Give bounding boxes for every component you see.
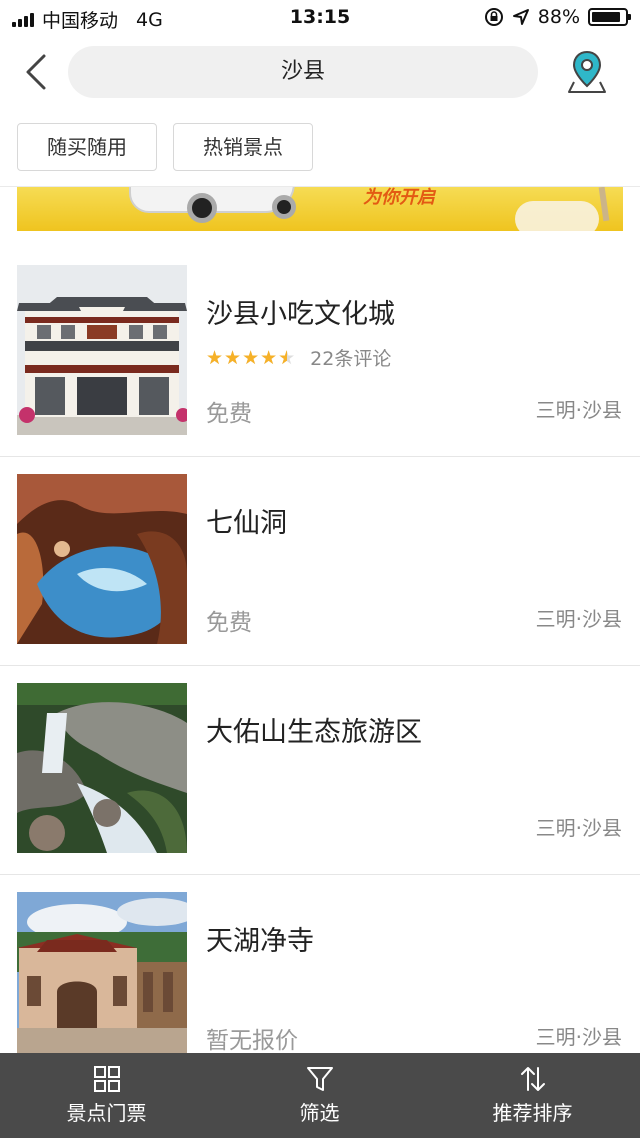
review-count: 22条评论 bbox=[310, 348, 392, 370]
sort-icon bbox=[520, 1067, 545, 1091]
list-item[interactable]: 大佑山生态旅游区 三明·沙县 bbox=[0, 666, 640, 875]
chevron-left-icon[interactable] bbox=[18, 50, 58, 94]
rating: ★★★★★★★★★★ 22条评论 bbox=[206, 344, 391, 371]
location-label: 三明·沙县 bbox=[535, 816, 622, 840]
attraction-name: 天湖净寺 bbox=[206, 926, 314, 957]
location-arrow-icon bbox=[512, 9, 529, 25]
header: 沙县 bbox=[0, 36, 640, 110]
tab-sort[interactable]: 推荐排序 bbox=[426, 1053, 639, 1138]
attraction-list: 沙县小吃文化城 ★★★★★★★★★★ 22条评论 免费 三明·沙县 bbox=[0, 248, 640, 1084]
filter-chip[interactable]: 热销景点 bbox=[173, 123, 313, 171]
star-rating-icon: ★★★★★★★★★★ bbox=[206, 346, 297, 369]
map-pin-icon[interactable] bbox=[566, 48, 608, 96]
bottom-toolbar: 景点门票 筛选 推荐排序 bbox=[0, 1053, 640, 1138]
attraction-name: 大佑山生态旅游区 bbox=[206, 717, 422, 748]
tab-label: 筛选 bbox=[299, 1101, 340, 1125]
search-input[interactable]: 沙县 bbox=[68, 46, 538, 98]
banner-slogan: 为你开启 bbox=[363, 187, 435, 208]
tab-filter[interactable]: 筛选 bbox=[213, 1053, 426, 1138]
signpost-graphic bbox=[598, 187, 610, 222]
location-label: 三明·沙县 bbox=[535, 1025, 622, 1049]
price-label: 免费 bbox=[206, 401, 252, 427]
tab-label: 景点门票 bbox=[66, 1101, 147, 1125]
attraction-thumbnail bbox=[17, 265, 187, 435]
wheel-graphic bbox=[272, 195, 296, 219]
attraction-thumbnail bbox=[17, 683, 187, 853]
list-item[interactable]: 沙县小吃文化城 ★★★★★★★★★★ 22条评论 免费 三明·沙县 bbox=[0, 248, 640, 457]
location-label: 三明·沙县 bbox=[535, 398, 622, 422]
rotation-lock-icon bbox=[484, 8, 503, 26]
list-item[interactable]: 七仙洞 免费 三明·沙县 bbox=[0, 457, 640, 666]
cloud-graphic bbox=[515, 201, 599, 231]
screen: 中国移动 4G 13:15 88% 沙县 随买随用 热销景点 为你开启 沙县小吃… bbox=[0, 0, 640, 1138]
tab-label: 推荐排序 bbox=[492, 1101, 573, 1125]
promo-banner[interactable]: 为你开启 bbox=[17, 187, 623, 231]
filter-icon bbox=[306, 1067, 333, 1091]
battery-percent: 88% bbox=[537, 6, 580, 28]
wheel-graphic bbox=[187, 193, 217, 223]
attraction-name: 七仙洞 bbox=[206, 508, 287, 539]
status-bar: 中国移动 4G 13:15 88% bbox=[0, 0, 640, 36]
battery-icon bbox=[588, 8, 631, 26]
tab-tickets[interactable]: 景点门票 bbox=[0, 1053, 213, 1138]
grid-icon bbox=[93, 1066, 120, 1092]
price-label: 暂无报价 bbox=[206, 1028, 298, 1054]
filter-bar: 随买随用 热销景点 bbox=[0, 110, 640, 187]
attraction-thumbnail bbox=[17, 474, 187, 644]
filter-chip[interactable]: 随买随用 bbox=[17, 123, 157, 171]
attraction-thumbnail bbox=[17, 892, 187, 1062]
price-label: 免费 bbox=[206, 610, 252, 636]
location-label: 三明·沙县 bbox=[535, 607, 622, 631]
attraction-name: 沙县小吃文化城 bbox=[206, 299, 395, 330]
